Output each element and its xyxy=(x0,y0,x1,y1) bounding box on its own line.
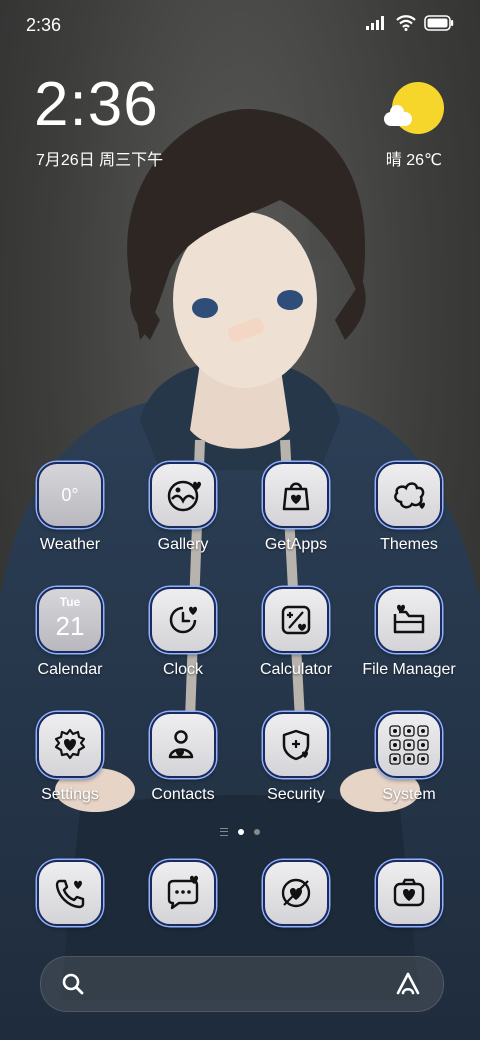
dock-camera[interactable] xyxy=(353,860,465,926)
search-icon[interactable] xyxy=(61,972,85,996)
app-label: Themes xyxy=(380,536,438,553)
messages-icon[interactable] xyxy=(150,860,216,926)
calendar-icon-day: Tue xyxy=(59,595,81,609)
page-dot xyxy=(254,829,260,835)
page-dot-active xyxy=(238,829,244,835)
gear-icon[interactable] xyxy=(37,712,103,778)
app-contacts[interactable]: Contacts xyxy=(127,712,239,804)
app-label: Weather xyxy=(39,536,101,553)
app-label: Security xyxy=(267,786,325,803)
calendar-icon[interactable]: Tue 21 xyxy=(37,587,103,653)
app-clock[interactable]: Clock xyxy=(127,587,239,679)
app-label: GetApps xyxy=(264,536,328,553)
app-label: Contacts xyxy=(151,786,215,803)
shield-icon[interactable] xyxy=(263,712,329,778)
app-gallery[interactable]: Gallery xyxy=(127,462,239,554)
app-calendar[interactable]: Tue 21 Calendar xyxy=(14,587,126,679)
contacts-icon[interactable] xyxy=(150,712,216,778)
phone-icon[interactable] xyxy=(37,860,103,926)
cloud-shape xyxy=(384,105,412,126)
dock-browser[interactable] xyxy=(240,860,352,926)
camera-icon[interactable] xyxy=(376,860,442,926)
app-settings[interactable]: Settings xyxy=(14,712,126,804)
dock-phone[interactable] xyxy=(14,860,126,926)
status-bar: 2:36 xyxy=(0,0,480,50)
app-label: Clock xyxy=(162,661,203,678)
weather-summary[interactable]: 晴 26℃ xyxy=(386,146,442,170)
status-time: 2:36 xyxy=(26,15,62,35)
weather-icon[interactable]: 0° xyxy=(37,462,103,528)
search-bar[interactable] xyxy=(40,956,444,1012)
assistant-icon[interactable] xyxy=(395,971,421,997)
app-folder-icon[interactable] xyxy=(376,712,442,778)
app-getapps[interactable]: GetApps xyxy=(240,462,352,554)
clock-icon[interactable] xyxy=(150,587,216,653)
calculator-icon[interactable] xyxy=(263,587,329,653)
app-themes[interactable]: Themes xyxy=(353,462,465,554)
clock-widget-date[interactable]: 7月26日 周三下午 xyxy=(36,146,163,170)
app-weather[interactable]: 0° Weather xyxy=(14,462,126,554)
app-label: Settings xyxy=(41,786,99,803)
signal-icon xyxy=(366,16,384,30)
wifi-icon xyxy=(396,15,416,31)
battery-icon xyxy=(424,15,454,31)
shopping-bag-icon[interactable] xyxy=(263,462,329,528)
app-system-folder[interactable]: System xyxy=(353,712,465,804)
gallery-icon[interactable] xyxy=(150,462,216,528)
clock-widget-time[interactable]: 2:36 xyxy=(34,74,159,136)
themes-icon[interactable] xyxy=(376,462,442,528)
status-icons xyxy=(366,15,454,31)
app-security[interactable]: Security xyxy=(240,712,352,804)
dock-messages[interactable] xyxy=(127,860,239,926)
app-label: Calendar xyxy=(37,661,103,678)
app-label: File Manager xyxy=(362,661,456,678)
weather-icon-temp: 0° xyxy=(61,484,79,505)
app-label: Calculator xyxy=(259,661,333,678)
app-label: System xyxy=(382,786,436,803)
page-indicator[interactable] xyxy=(0,828,480,836)
app-calculator[interactable]: Calculator xyxy=(240,587,352,679)
app-label: Gallery xyxy=(157,536,209,553)
calendar-icon-date: 21 xyxy=(55,611,85,641)
sunny-cloud-icon[interactable] xyxy=(384,82,444,142)
app-file-manager[interactable]: File Manager xyxy=(353,587,465,679)
browser-icon[interactable] xyxy=(263,860,329,926)
folder-icon[interactable] xyxy=(376,587,442,653)
app-drawer-lines-icon xyxy=(220,828,228,836)
